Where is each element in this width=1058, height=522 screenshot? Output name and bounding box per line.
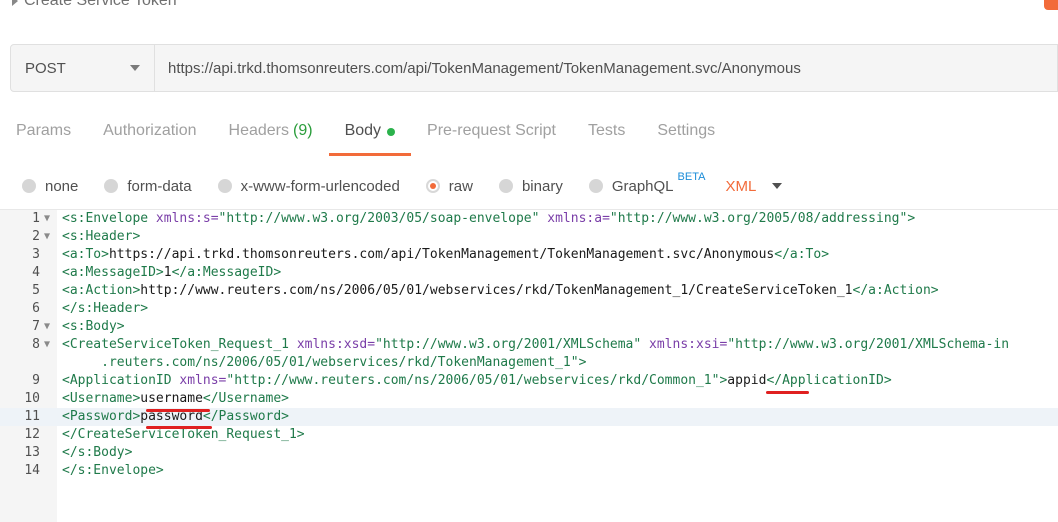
url-value: https://api.trkd.thomsonreuters.com/api/… (168, 59, 801, 77)
radio-label: form-data (127, 177, 192, 195)
code-line: 6 </s:Header> (0, 300, 1058, 318)
radio-label: GraphQL (611, 177, 674, 195)
chevron-down-icon (130, 65, 140, 71)
line-number: 14 (24, 463, 40, 478)
code-text: <s:Envelope xmlns:s="http://www.w3.org/2… (62, 211, 916, 226)
line-number: 5 (32, 283, 40, 298)
code-text: .reuters.com/ns/2006/05/01/webservices/r… (62, 355, 587, 370)
fold-arrow-icon[interactable]: ▼ (44, 336, 50, 354)
method-select[interactable]: POST (10, 44, 155, 92)
line-number: 8 (32, 337, 40, 352)
tab-label: Authorization (103, 122, 197, 139)
code-line: 4 <a:MessageID>1</a:MessageID> (0, 264, 1058, 282)
tab-pre-request-script[interactable]: Pre-request Script (411, 122, 572, 156)
tab-label: Headers (228, 122, 289, 139)
line-number: 13 (24, 445, 40, 460)
code-text: <s:Header> (62, 229, 141, 244)
tab-authorization[interactable]: Authorization (87, 122, 212, 156)
code-line: .reuters.com/ns/2006/05/01/webservices/r… (0, 354, 1058, 372)
line-number: 2 (32, 229, 40, 244)
code-text: <a:Action>http://www.reuters.com/ns/2006… (62, 283, 939, 298)
headers-count-badge: (9) (293, 122, 313, 139)
code-line: 13 </s:Body> (0, 444, 1058, 462)
code-text: <CreateServiceToken_Request_1 xmlns:xsd=… (62, 337, 1010, 352)
tab-settings[interactable]: Settings (641, 122, 731, 156)
code-line: 2 ▼ <s:Header> (0, 228, 1058, 246)
code-text: </s:Header> (62, 301, 149, 316)
code-text: <Username>username</Username> (62, 391, 289, 406)
code-text: </s:Body> (62, 445, 133, 460)
radio-icon (498, 179, 513, 193)
radio-icon (22, 179, 36, 193)
line-number: 7 (32, 319, 40, 334)
line-number: 10 (24, 391, 40, 406)
request-tabs: Params Authorization Headers (9) Body Pre… (0, 122, 1058, 156)
annotation-underline (146, 409, 210, 412)
line-number: 6 (32, 301, 40, 316)
collapse-caret-icon[interactable] (12, 0, 18, 6)
tab-body[interactable]: Body (328, 122, 412, 156)
radio-icon (588, 179, 603, 193)
code-text: <a:MessageID>1</a:MessageID> (62, 265, 282, 280)
radio-label: x-www-form-urlencoded (240, 177, 400, 195)
tab-label: Tests (587, 122, 626, 139)
radio-selected-icon (425, 179, 440, 193)
annotation-underline (146, 426, 212, 429)
body-type-options: none form-data x-www-form-urlencoded raw… (22, 171, 783, 200)
code-line: 1 ▼ <s:Envelope xmlns:s="http://www.w3.org… (0, 210, 1058, 228)
code-text: <ApplicationID xmlns="http://www.reuters… (62, 373, 892, 388)
radio-raw[interactable]: raw (425, 177, 473, 195)
line-number: 12 (24, 427, 40, 442)
request-title-label: Create Service Token (24, 0, 177, 9)
code-line: 3 <a:To>https://api.trkd.thomsonreuters.c… (0, 246, 1058, 264)
format-label: XML (725, 177, 757, 195)
radio-label: binary (521, 177, 563, 195)
tab-label: Body (344, 122, 382, 139)
notification-icon[interactable] (1044, 0, 1058, 10)
code-editor[interactable]: 1 ▼ <s:Envelope xmlns:s="http://www.w3.org… (0, 209, 1058, 522)
annotation-underline (766, 391, 809, 394)
tab-tests[interactable]: Tests (572, 122, 641, 156)
line-number: 11 (24, 409, 40, 424)
tab-label: Pre-request Script (427, 122, 556, 139)
line-number: 1 (32, 211, 40, 226)
radio-label: raw (448, 177, 473, 195)
code-line: 5 <a:Action>http://www.reuters.com/ns/200… (0, 282, 1058, 300)
radio-urlencoded[interactable]: x-www-form-urlencoded (217, 177, 400, 195)
url-input[interactable]: https://api.trkd.thomsonreuters.com/api/… (155, 44, 1058, 92)
line-number: 3 (32, 247, 40, 262)
fold-arrow-icon[interactable]: ▼ (44, 318, 50, 336)
url-bar: POST https://api.trkd.thomsonreuters.com… (10, 44, 1058, 94)
radio-graphql[interactable]: GraphQL BETA (588, 171, 705, 195)
tab-label: Settings (657, 122, 716, 139)
radio-form-data[interactable]: form-data (104, 177, 192, 195)
line-number: 9 (32, 373, 40, 388)
radio-icon (217, 179, 232, 193)
code-text: </s:Envelope> (62, 463, 164, 478)
code-line: 10 <Username>username</Username> (0, 390, 1058, 408)
code-text: <s:Body> (62, 319, 125, 334)
radio-none[interactable]: none (22, 178, 78, 195)
code-line: 14 </s:Envelope> (0, 462, 1058, 480)
format-select[interactable]: XML (725, 178, 783, 195)
fold-arrow-icon[interactable]: ▼ (44, 210, 50, 228)
tab-headers[interactable]: Headers (9) (213, 122, 329, 156)
code-line: 7 ▼ <s:Body> (0, 318, 1058, 336)
tab-label: Params (16, 122, 72, 139)
radio-icon (104, 179, 119, 193)
code-text: <a:To>https://api.trkd.thomsonreuters.co… (62, 247, 830, 262)
method-label: POST (25, 59, 66, 77)
code-line: 9 <ApplicationID xmlns="http://www.reuter… (0, 372, 1058, 390)
chevron-down-icon (772, 183, 783, 189)
line-number: 4 (32, 265, 40, 280)
fold-arrow-icon[interactable]: ▼ (44, 228, 50, 246)
radio-label: none (45, 177, 79, 195)
request-title[interactable]: Create Service Token (12, 0, 177, 10)
beta-badge: BETA (677, 171, 706, 183)
tab-params[interactable]: Params (0, 122, 87, 156)
body-indicator-dot-icon (387, 128, 396, 136)
code-line: 8 ▼ <CreateServiceToken_Request_1 xmlns:xs… (0, 336, 1058, 354)
radio-binary[interactable]: binary (498, 177, 563, 195)
